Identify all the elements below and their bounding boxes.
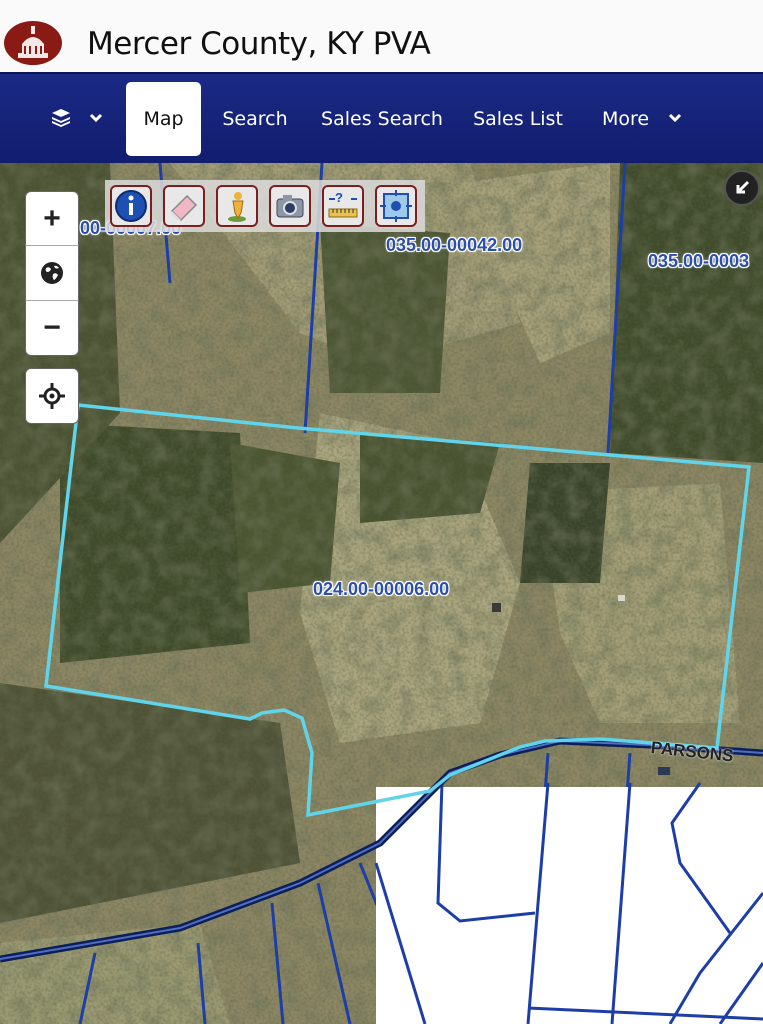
main-nav: Map Search Sales Search Sales List More bbox=[0, 72, 763, 163]
site-title[interactable]: Mercer County, KY PVA bbox=[87, 26, 431, 62]
header-bar: Mercer County, KY PVA bbox=[0, 0, 763, 72]
nav-search[interactable]: Search bbox=[214, 82, 296, 156]
chevron-down-icon bbox=[668, 113, 682, 123]
layers-icon bbox=[52, 109, 70, 127]
parcel-label[interactable]: 035.00-00042.00 bbox=[386, 235, 522, 256]
nav-more-label: More bbox=[602, 108, 650, 130]
nav-sales-search[interactable]: Sales Search bbox=[318, 82, 446, 156]
map-canvas[interactable]: 00-00007.00 035.00-00042.00 035.00-0003 … bbox=[0, 163, 763, 1024]
extent-icon[interactable] bbox=[375, 185, 417, 227]
measure-icon[interactable]: ? bbox=[322, 185, 364, 227]
zoom-out-button[interactable]: − bbox=[25, 300, 79, 356]
layers-menu-button[interactable] bbox=[40, 82, 115, 156]
zoom-in-button[interactable]: + bbox=[25, 191, 79, 246]
eraser-icon[interactable] bbox=[163, 185, 205, 227]
svg-text:?: ? bbox=[335, 190, 343, 205]
chevron-down-icon bbox=[89, 113, 103, 123]
collapse-arrow-icon[interactable] bbox=[724, 170, 760, 206]
nav-map[interactable]: Map bbox=[126, 82, 201, 156]
info-icon[interactable] bbox=[110, 185, 152, 227]
streetview-pegman-icon[interactable] bbox=[216, 185, 258, 227]
locate-button[interactable] bbox=[25, 368, 79, 424]
parcel-label[interactable]: 024.00-00006.00 bbox=[313, 579, 449, 600]
globe-button[interactable] bbox=[25, 245, 79, 301]
nav-sales-list[interactable]: Sales List bbox=[468, 82, 568, 156]
map-tool-strip: ? bbox=[105, 180, 425, 232]
courthouse-dome-icon[interactable] bbox=[4, 20, 62, 66]
parcel-label[interactable]: 035.00-0003 bbox=[648, 251, 749, 272]
nav-more[interactable]: More bbox=[592, 82, 696, 156]
crosshair-icon bbox=[39, 383, 65, 409]
globe-icon bbox=[41, 262, 63, 284]
camera-icon[interactable] bbox=[269, 185, 311, 227]
